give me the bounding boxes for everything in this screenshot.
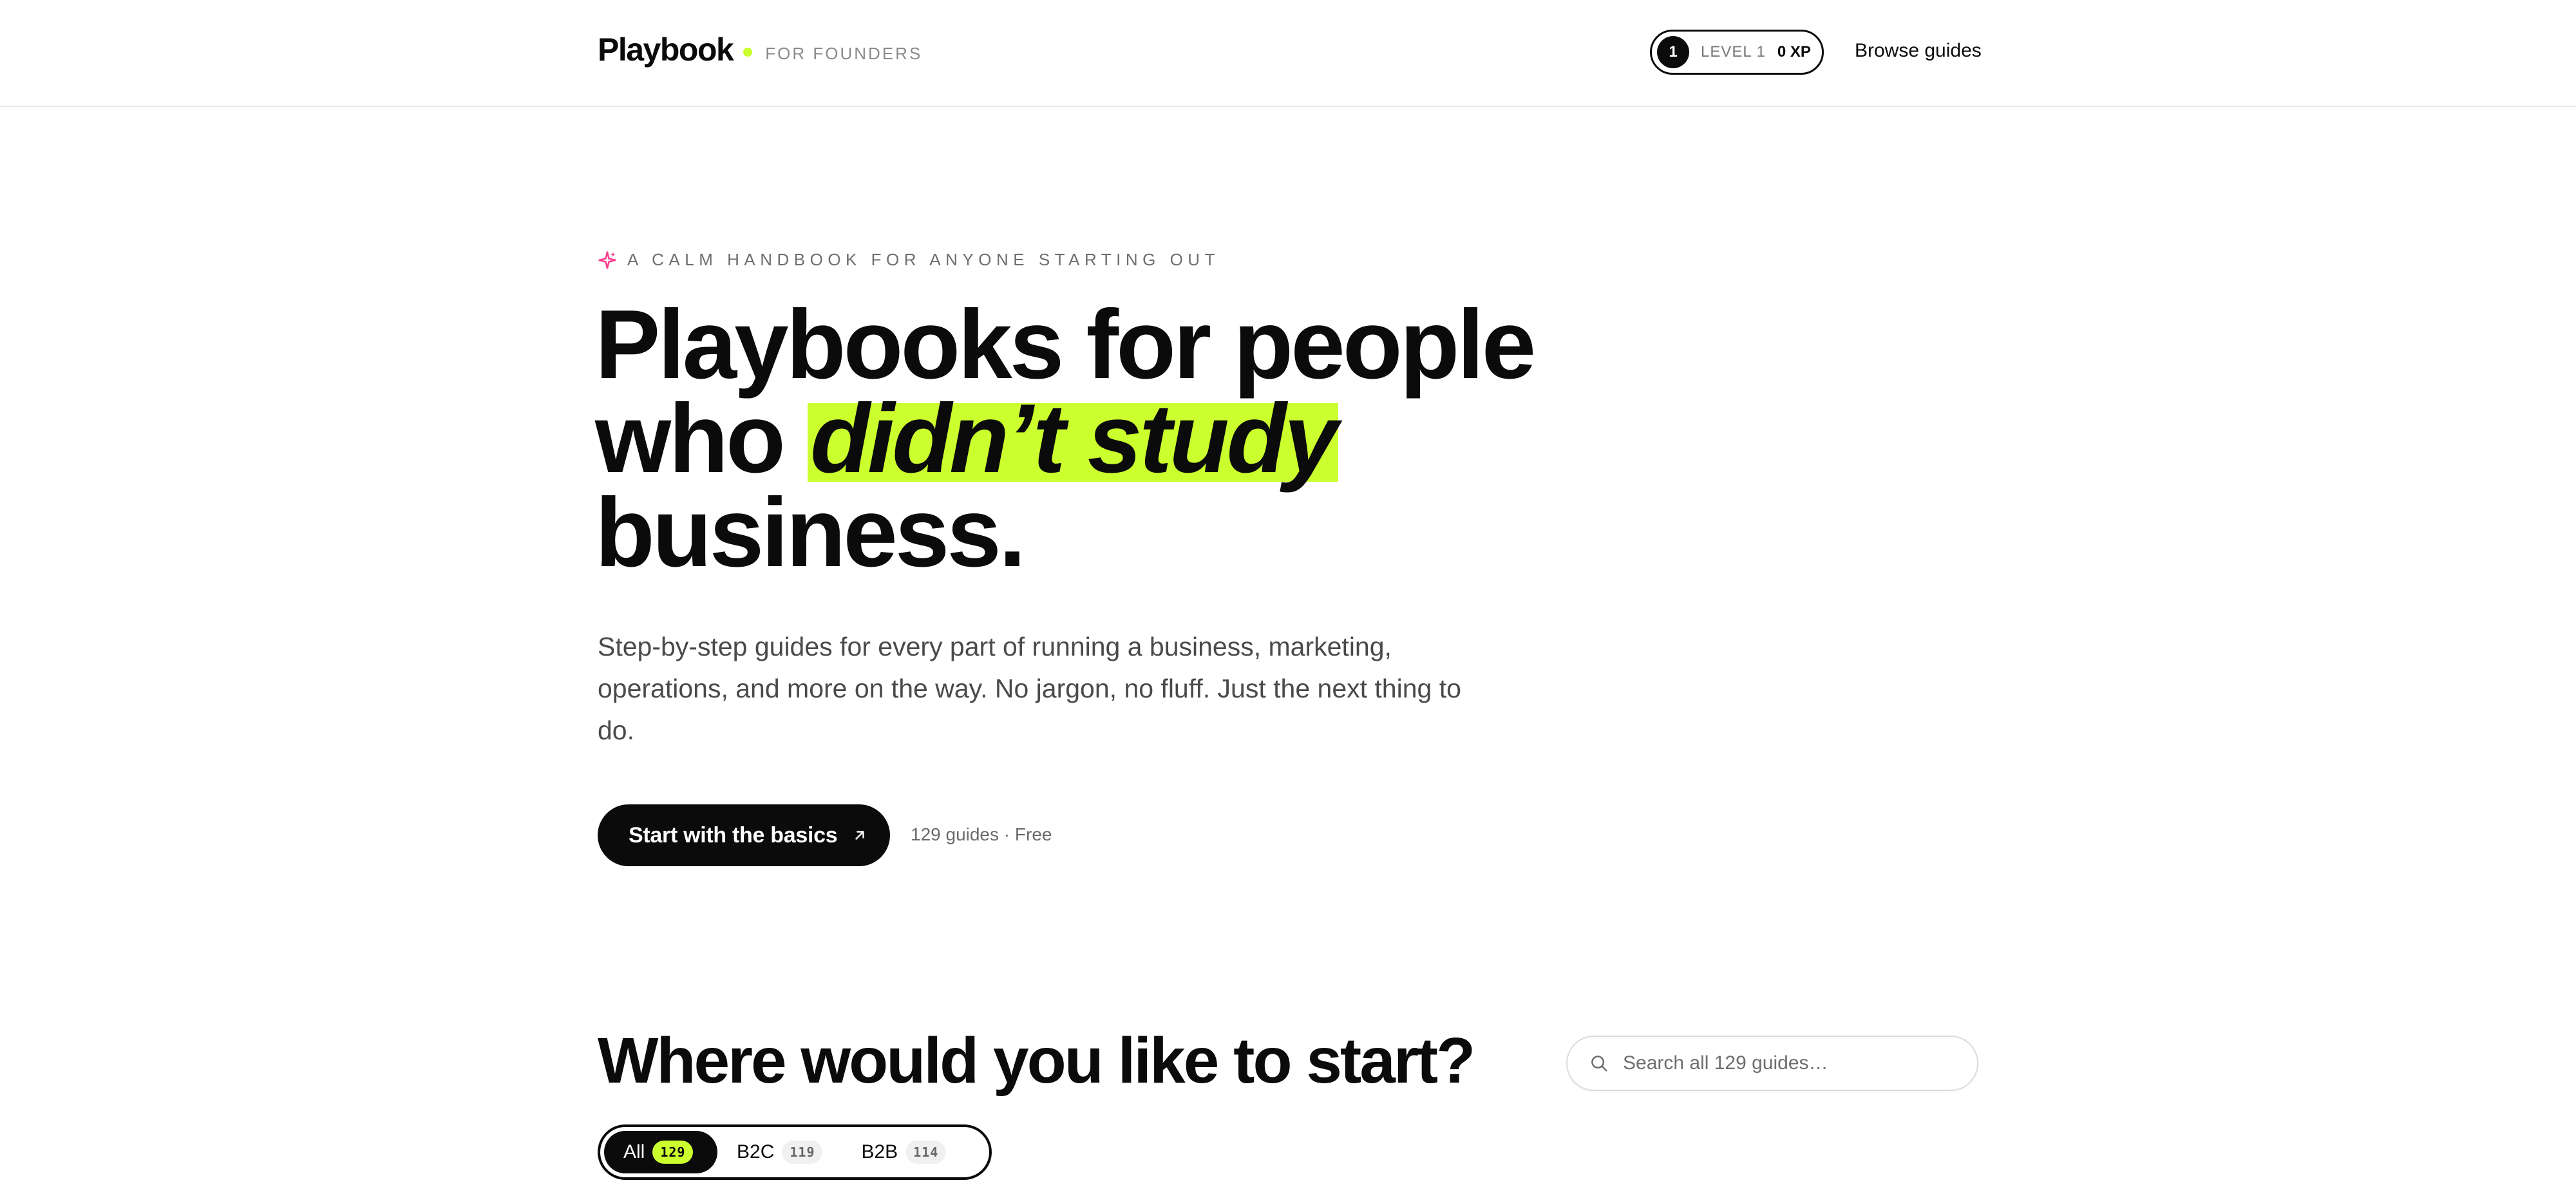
audience-filter: All 129 B2C 119 B2B 114 <box>598 1124 992 1180</box>
hero-title: Playbooks for people who didn’t study bu… <box>595 290 1561 587</box>
filter-b2b-count: 114 <box>905 1141 947 1164</box>
brand-logo[interactable]: Playbook FOR FOUNDERS <box>598 31 922 68</box>
xp-counter: 0 XP <box>1777 43 1811 61</box>
level-badge: 1 <box>1657 36 1689 68</box>
filter-b2c-label: B2C <box>737 1141 775 1162</box>
start-section-title: Where would you like to start? <box>598 1025 1475 1097</box>
filter-all-count: 129 <box>652 1141 694 1164</box>
filter-b2b-label: B2B <box>861 1141 898 1162</box>
top-bar: Playbook FOR FOUNDERS 1 LEVEL 1 0 XP Bro… <box>0 0 2576 107</box>
filter-all[interactable]: All 129 <box>604 1131 717 1173</box>
brand-tagline: FOR FOUNDERS <box>765 44 923 63</box>
hero-subtitle: Step-by-step guides for every part of ru… <box>598 632 1461 745</box>
filter-all-label: All <box>623 1141 645 1162</box>
hero-title-line-3: business. <box>595 478 1026 587</box>
hero-eyebrow: A CALM HANDBOOK FOR ANYONE STARTING OUT <box>598 250 1220 270</box>
hero-title-line-2: who didn’t study <box>595 384 1561 493</box>
level-progress-pill[interactable]: 1 LEVEL 1 0 XP <box>1650 30 1824 75</box>
start-basics-label: Start with the basics <box>629 822 838 848</box>
eyebrow-text: A CALM HANDBOOK FOR ANYONE STARTING OUT <box>627 250 1220 269</box>
arrow-up-right-icon <box>855 831 865 840</box>
browse-guides-link[interactable]: Browse guides <box>1855 40 1982 62</box>
level-label: LEVEL 1 <box>1701 43 1766 61</box>
filter-b2c-count: 119 <box>782 1141 823 1164</box>
filter-b2b[interactable]: B2B 114 <box>842 1131 965 1173</box>
hero-title-line-2-prefix: who <box>595 384 808 493</box>
start-basics-button[interactable]: Start with the basics <box>598 804 890 866</box>
filter-b2c[interactable]: B2C 119 <box>717 1131 842 1173</box>
hero-title-line-1: Playbooks for people <box>595 290 1536 399</box>
brand-name: Playbook <box>598 32 734 68</box>
search-input[interactable] <box>1623 1052 1958 1074</box>
hero-title-highlight: didn’t study <box>808 384 1339 493</box>
guide-count-meta: 129 guides · Free <box>911 824 1052 844</box>
guide-search[interactable] <box>1566 1036 1978 1091</box>
search-icon <box>1591 1056 1607 1072</box>
sparkle-icon <box>598 251 616 269</box>
brand-dot <box>743 48 753 57</box>
